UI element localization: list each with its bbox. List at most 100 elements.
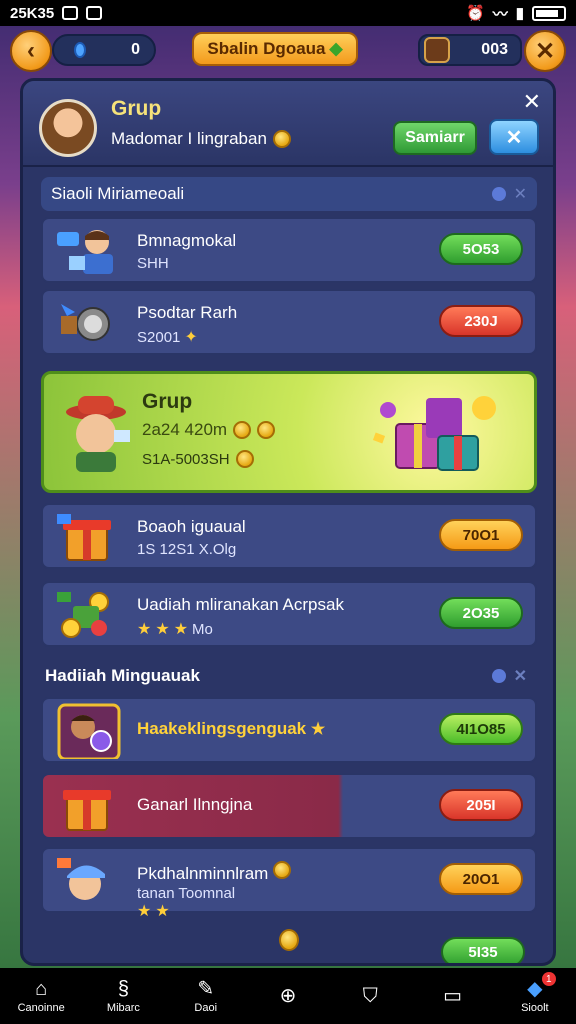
list-item[interactable]: Bmnagmokal SHH 5O53 <box>41 217 537 283</box>
item-name: Psodtar Rarh <box>137 303 238 322</box>
floating-coin-icon <box>279 929 299 951</box>
character-icon <box>53 855 121 907</box>
nav-label: Sioolt <box>521 1002 549 1014</box>
nav-compass[interactable]: ⊕ <box>253 985 323 1007</box>
item-sub: 1S 12S1 X.Olg <box>137 541 237 558</box>
star-icon: ★ <box>173 621 189 638</box>
nav-label: Mibarc <box>106 1002 140 1014</box>
list-item[interactable]: Ganarl Ilnngjna 205I <box>41 773 537 839</box>
featured-title: Grup <box>142 390 193 413</box>
nav-ticket[interactable]: ▭ <box>418 985 488 1007</box>
collapse-icon[interactable]: ✕ <box>514 184 527 204</box>
panel-title: Grup <box>111 97 162 120</box>
item-sub: S2001 ✦ <box>137 327 198 347</box>
item-name: Ganarl Ilnngjna <box>137 795 253 814</box>
list-item[interactable]: Haakeklingsgenguak ★ 4I1O85 <box>41 697 537 763</box>
claim-button[interactable]: 5O53 <box>439 233 523 265</box>
star-icon: ★ <box>137 903 152 920</box>
list-item[interactable]: Psodtar Rarh S2001 ✦ 230J <box>41 289 537 355</box>
item-sub: ★ ★ ★ Mo <box>137 619 213 639</box>
claim-button[interactable]: 2O35 <box>439 597 523 629</box>
status-bar: 25K35 ⏰ 〰 ▮ <box>0 0 576 26</box>
compass-icon: ⊕ <box>279 985 297 1007</box>
notification-icon <box>62 6 79 20</box>
item-name: Bmnagmokal <box>137 231 237 250</box>
list-item[interactable]: Boaoh iguaual 1S 12S1 X.Olg 70O1 <box>41 503 537 569</box>
app-icon <box>86 6 103 20</box>
scroll-icon: ✎ <box>197 978 215 1000</box>
section-header-2: Hadiiah Minguauak ✕ <box>41 659 537 693</box>
gadget-icon <box>53 297 121 349</box>
home-icon: ⌂ <box>35 978 48 1000</box>
spark-icon: ✦ <box>184 329 198 346</box>
close-game-button[interactable]: ✕ <box>524 30 566 72</box>
ticket-icon: ▭ <box>443 985 462 1007</box>
section-title-2: Hadiiah Minguauak <box>45 666 200 685</box>
claim-button[interactable]: 20O1 <box>439 863 523 895</box>
info-dot-icon[interactable] <box>491 187 506 201</box>
profile-avatar[interactable] <box>39 99 97 157</box>
star-icon: ★ <box>155 621 170 638</box>
featured-reward-card[interactable]: Grup 2a24 420m S1A-5003SH <box>41 371 537 493</box>
item-name: Pkdhalnminnlram <box>137 861 292 884</box>
claim-button[interactable]: 205I <box>439 789 523 821</box>
partial-claim-button[interactable]: 5I35 <box>441 937 525 963</box>
coin-icon <box>257 421 276 439</box>
coin-icon <box>273 861 292 879</box>
item-name-text: Haakeklingsgenguak <box>137 719 307 738</box>
coin-icon <box>235 450 254 468</box>
alarm-icon: ⏰ <box>466 5 485 22</box>
section-header-1: Siaoli Miriameoali ✕ <box>41 177 537 211</box>
rating-stars: ★ ★ <box>137 901 170 921</box>
player-mini-avatar <box>424 37 450 63</box>
event-title: Sbalin Dgoaua <box>207 39 326 58</box>
status-time: 25K35 <box>10 4 55 22</box>
section-title-1: Siaoli Miriameoali <box>51 184 185 203</box>
gem-count: 0 <box>131 41 140 58</box>
item-sub-text: Mo <box>192 620 213 638</box>
coin-icon <box>233 421 252 439</box>
panel-subtitle-text: Madomar I lingraban <box>111 129 267 148</box>
list-item[interactable]: Uadiah mliranakan Acrpsak ★ ★ ★ Mo 2O35 <box>41 581 537 647</box>
nav-sioolt[interactable]: ◆ Sioolt 1 <box>500 972 570 1014</box>
panel-header: Grup Madomar I lingraban ✕ Samiarr ✕ <box>23 81 553 167</box>
claim-button[interactable]: 230J <box>439 305 523 337</box>
hat-character-icon <box>62 392 136 472</box>
coin-icon <box>272 130 291 148</box>
gift-boxes-icon <box>366 384 516 484</box>
notification-badge: 1 <box>541 972 556 986</box>
bottom-nav: ⌂ Canoinne § Mibarc ✎ Daoi ⊕ ⛉ ▭ ◆ Siool… <box>0 968 576 1024</box>
item-name: Uadiah mliranakan Acrpsak <box>137 595 344 614</box>
player-count: 003 <box>481 41 508 58</box>
confirm-button[interactable]: Samiarr <box>393 121 477 155</box>
person-icon <box>53 225 121 277</box>
list-item[interactable]: Pkdhalnminnlram tanan Toomnal ★ ★ 20O1 <box>41 847 537 920</box>
nav-label: Canoinne <box>17 1002 65 1014</box>
back-button[interactable]: ‹ <box>10 30 52 72</box>
gift-box-icon <box>53 781 121 833</box>
player-counter[interactable]: 003 <box>418 34 522 66</box>
top-bar: ‹ 0 Sbalin Dgoaua ◆ 003 ✕ <box>0 30 576 72</box>
gem-counter[interactable]: 0 <box>52 34 156 66</box>
cancel-button[interactable]: ✕ <box>489 119 539 155</box>
claim-button[interactable]: 4I1O85 <box>439 713 523 745</box>
panel-subtitle: Madomar I lingraban <box>111 129 291 149</box>
panel-close-icon[interactable]: ✕ <box>523 89 541 115</box>
claim-button[interactable]: 70O1 <box>439 519 523 551</box>
info-dot-icon[interactable] <box>491 669 506 683</box>
event-title-button[interactable]: Sbalin Dgoaua ◆ <box>192 32 358 66</box>
gift-box-icon <box>53 511 121 563</box>
nav-mibarc[interactable]: § Mibarc <box>88 978 158 1014</box>
collapse-icon[interactable]: ✕ <box>514 666 527 686</box>
nav-daoi[interactable]: ✎ Daoi <box>171 978 241 1014</box>
box-icon: ◆ <box>527 978 543 1000</box>
featured-line-2-text: S1A-5003SH <box>142 450 230 468</box>
item-sub: SHH <box>137 255 169 272</box>
item-name-text: Pkdhalnminnlram <box>137 864 269 883</box>
item-name: Boaoh iguaual <box>137 517 246 536</box>
nav-shield[interactable]: ⛉ <box>335 985 405 1007</box>
nav-home[interactable]: ⌂ Canoinne <box>6 978 76 1014</box>
battery-icon <box>532 5 566 21</box>
item-sub-text: tanan Toomnal <box>137 885 236 902</box>
swirl-icon: § <box>117 978 129 1000</box>
